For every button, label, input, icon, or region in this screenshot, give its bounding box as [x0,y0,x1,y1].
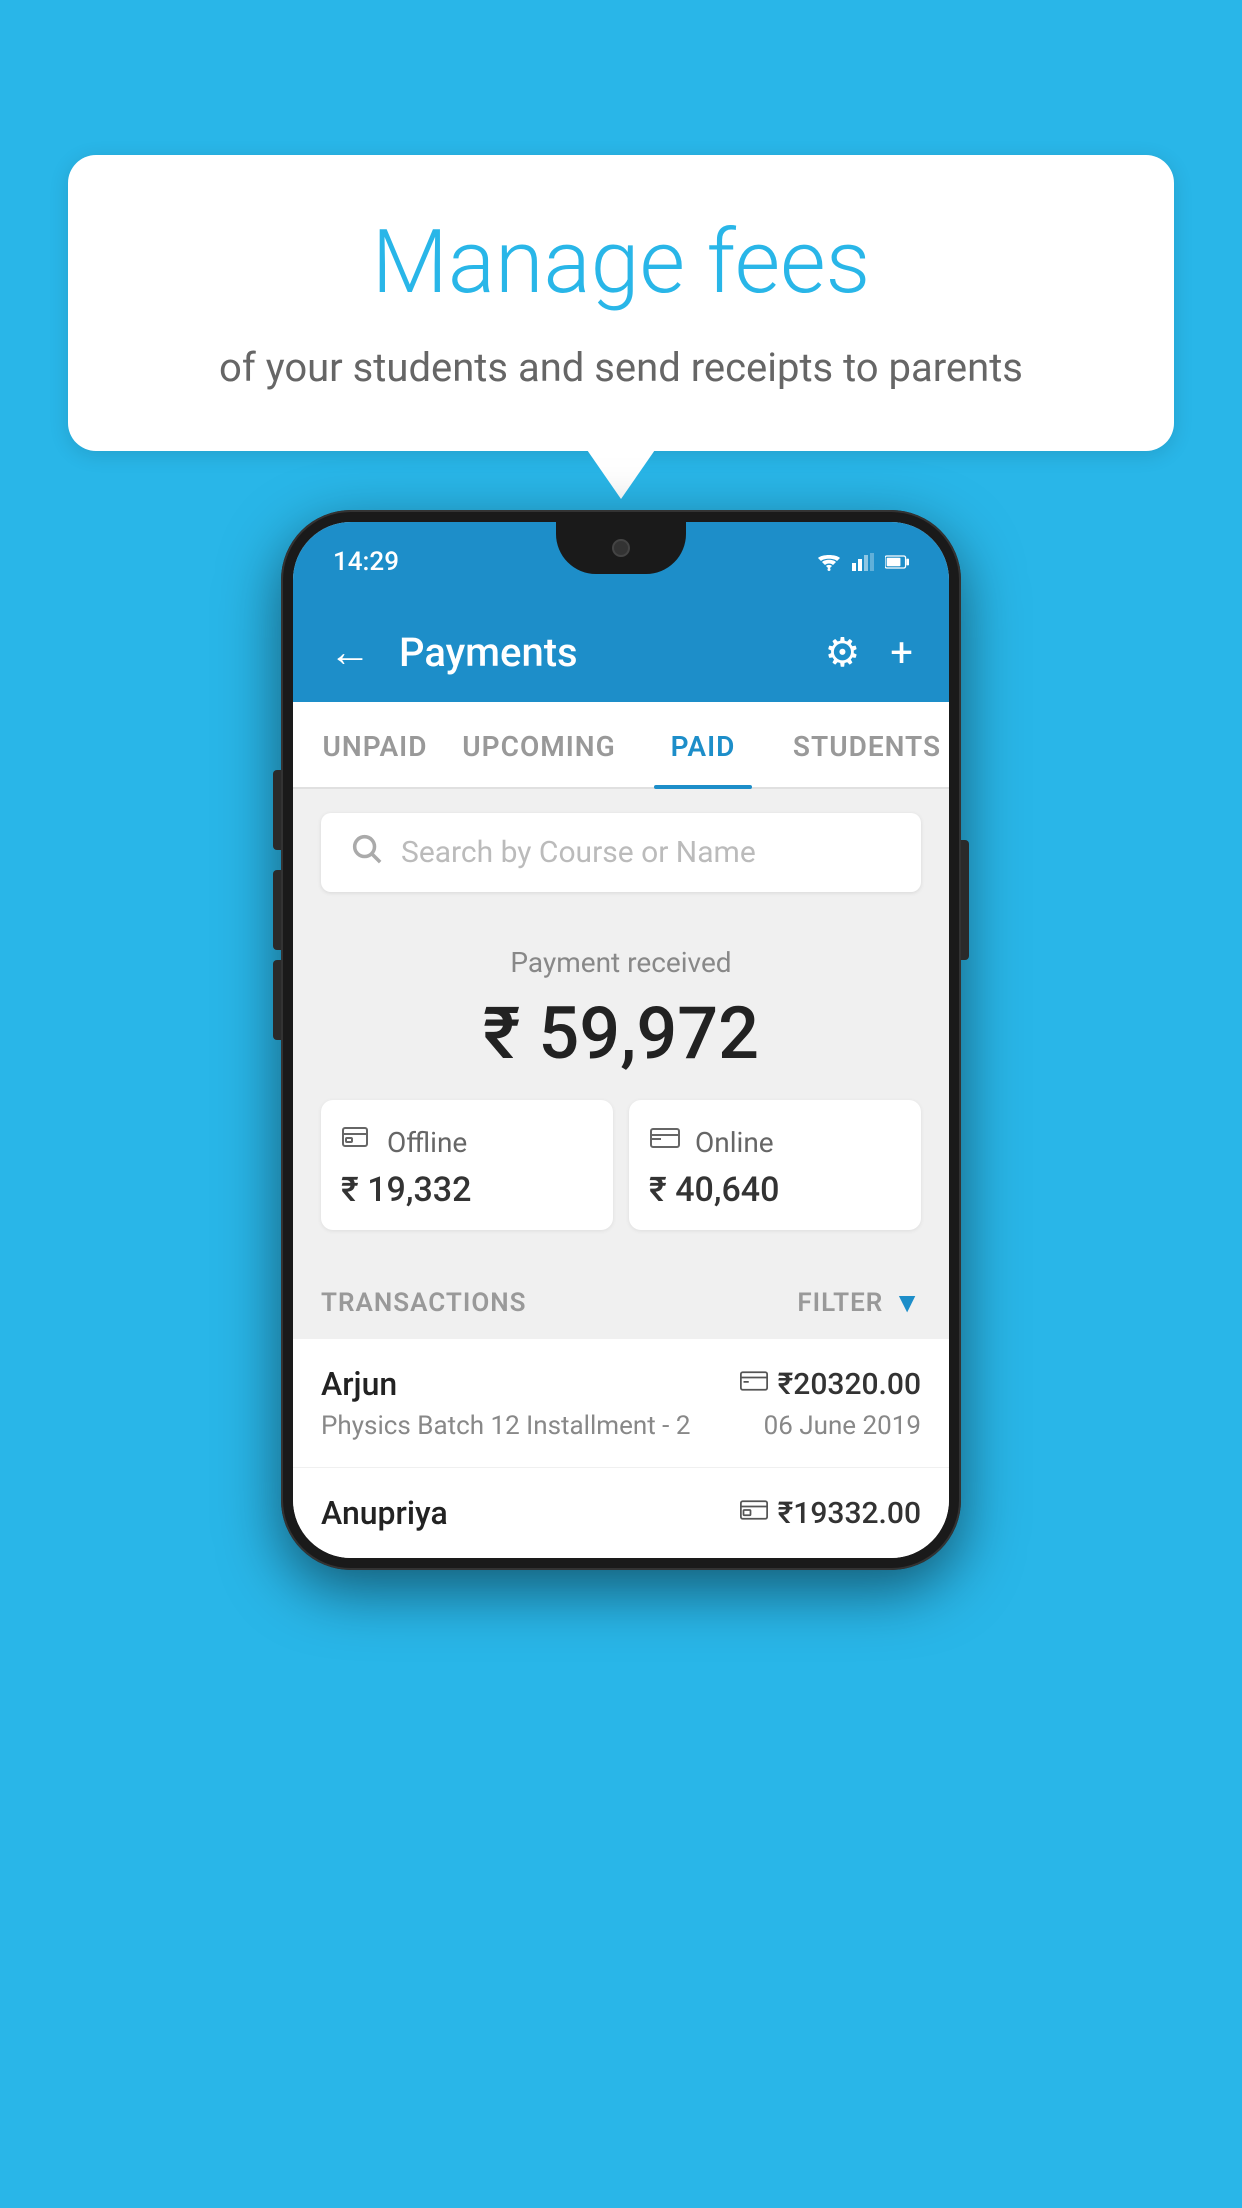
transaction-date: 06 June 2019 [764,1411,921,1441]
online-amount: ₹ 40,640 [649,1170,901,1210]
app-bar: ← Payments ⚙ + [293,602,949,702]
app-bar-actions: ⚙ + [824,629,913,676]
signal-icon [851,553,875,571]
transactions-header: TRANSACTIONS FILTER ▼ [293,1258,949,1339]
search-icon [349,831,383,874]
offline-card: Offline ₹ 19,332 [321,1100,613,1230]
bubble-subtitle: of your students and send receipts to pa… [148,340,1094,396]
payment-cards: Offline ₹ 19,332 [321,1100,921,1230]
phone-mockup: 14:29 [281,510,961,1570]
transaction-name: Arjun [321,1365,397,1403]
transaction-type-icon-offline [740,1499,768,1527]
filter-label: FILTER [797,1288,883,1318]
app-bar-title: Payments [399,629,796,676]
tab-paid[interactable]: PAID [621,702,785,787]
transaction-item[interactable]: Anupriya ₹19332.00 [293,1468,949,1558]
tab-students[interactable]: STUDENTS [785,702,949,787]
filter-area[interactable]: FILTER ▼ [797,1286,921,1319]
tab-unpaid[interactable]: UNPAID [293,702,457,787]
transaction-item[interactable]: Arjun ₹20320.00 [293,1339,949,1468]
offline-payment-icon [341,1124,373,1160]
camera [612,539,630,557]
online-card-header: Online [649,1124,901,1160]
offline-label: Offline [387,1126,467,1159]
payment-received-label: Payment received [321,946,921,979]
offline-card-header: Offline [341,1124,593,1160]
notch [556,522,686,574]
transaction-row-top: Arjun ₹20320.00 [321,1365,921,1403]
transaction-amount: ₹20320.00 [778,1367,921,1402]
payment-summary: Payment received ₹ 59,972 [293,916,949,1258]
transaction-amount-area: ₹19332.00 [740,1496,921,1531]
search-placeholder: Search by Course or Name [401,835,756,870]
tab-upcoming[interactable]: UPCOMING [457,702,621,787]
add-icon[interactable]: + [890,629,913,676]
transaction-amount-area: ₹20320.00 [740,1367,921,1402]
speech-bubble: Manage fees of your students and send re… [68,155,1174,451]
wifi-icon [817,553,841,571]
settings-icon[interactable]: ⚙ [824,629,860,676]
transaction-row-bottom: Physics Batch 12 Installment - 2 06 June… [321,1411,921,1441]
status-bar: 14:29 [293,522,949,602]
transaction-course: Physics Batch 12 Installment - 2 [321,1411,690,1441]
transaction-amount: ₹19332.00 [778,1496,921,1531]
transaction-type-icon-online [740,1370,768,1398]
filter-icon: ▼ [893,1286,921,1319]
status-time: 14:29 [333,547,399,577]
transaction-row-top: Anupriya ₹19332.00 [321,1494,921,1532]
battery-icon [885,553,909,571]
transaction-name: Anupriya [321,1494,448,1532]
payment-amount: ₹ 59,972 [321,991,921,1076]
tabs-bar: UNPAID UPCOMING PAID STUDENTS [293,702,949,789]
search-bar[interactable]: Search by Course or Name [321,813,921,892]
status-icons [817,553,909,571]
transaction-list: Arjun ₹20320.00 [293,1339,949,1558]
transactions-label: TRANSACTIONS [321,1288,527,1318]
phone-outer: 14:29 [281,510,961,1570]
online-payment-icon [649,1124,681,1160]
online-card: Online ₹ 40,640 [629,1100,921,1230]
offline-amount: ₹ 19,332 [341,1170,593,1210]
phone-screen: 14:29 [293,522,949,1558]
online-label: Online [695,1126,774,1159]
speech-bubble-wrapper: Manage fees of your students and send re… [68,155,1174,451]
back-button[interactable]: ← [329,628,371,677]
bubble-title: Manage fees [148,215,1094,312]
search-container: Search by Course or Name [293,789,949,916]
